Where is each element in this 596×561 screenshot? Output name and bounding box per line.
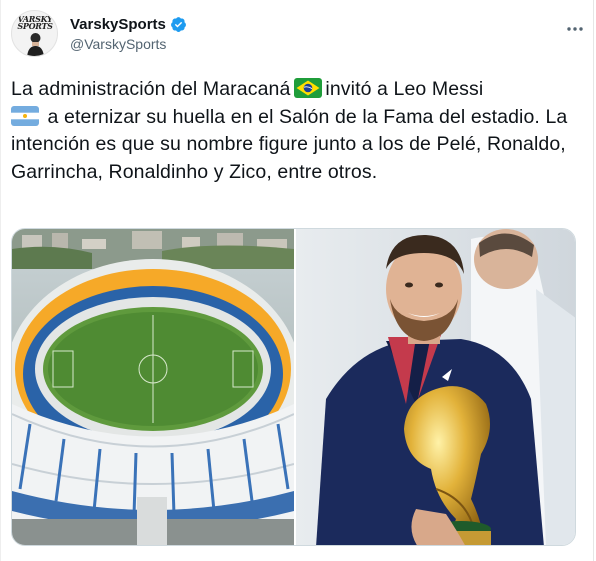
verified-badge-icon <box>170 16 186 32</box>
messi-trophy-photo[interactable] <box>296 229 575 545</box>
display-name[interactable]: VarskySports <box>70 16 166 33</box>
author-handle[interactable]: @VarskySports <box>70 36 166 52</box>
tweet-text-part-2: invitó a Leo Messi <box>325 78 484 100</box>
display-name-row[interactable]: VarskySports <box>70 14 187 34</box>
tweet-media[interactable] <box>11 228 576 546</box>
stadium-illustration <box>12 229 294 545</box>
avatar-logo: VARSKY SPORTS <box>17 14 53 31</box>
tweet-text: La administración del Maracaná invitó a L… <box>11 76 577 186</box>
brazil-flag-icon <box>294 78 323 98</box>
argentina-flag-icon <box>11 105 39 126</box>
tweet-text-part-3: a eternizar su huella en el Salón de la … <box>11 105 568 183</box>
stadium-photo[interactable] <box>12 229 294 545</box>
messi-illustration <box>296 229 575 545</box>
tweet-text-part-1: La administración del Maracaná <box>11 78 291 100</box>
avatar-person-icon <box>27 33 44 56</box>
tweet-header: VARSKY SPORTS VarskySports @VarskySports <box>11 10 586 62</box>
author-avatar[interactable]: VARSKY SPORTS <box>11 10 58 57</box>
tweet-card[interactable]: VARSKY SPORTS VarskySports @VarskySports… <box>0 0 594 561</box>
more-options-icon[interactable] <box>564 18 586 40</box>
